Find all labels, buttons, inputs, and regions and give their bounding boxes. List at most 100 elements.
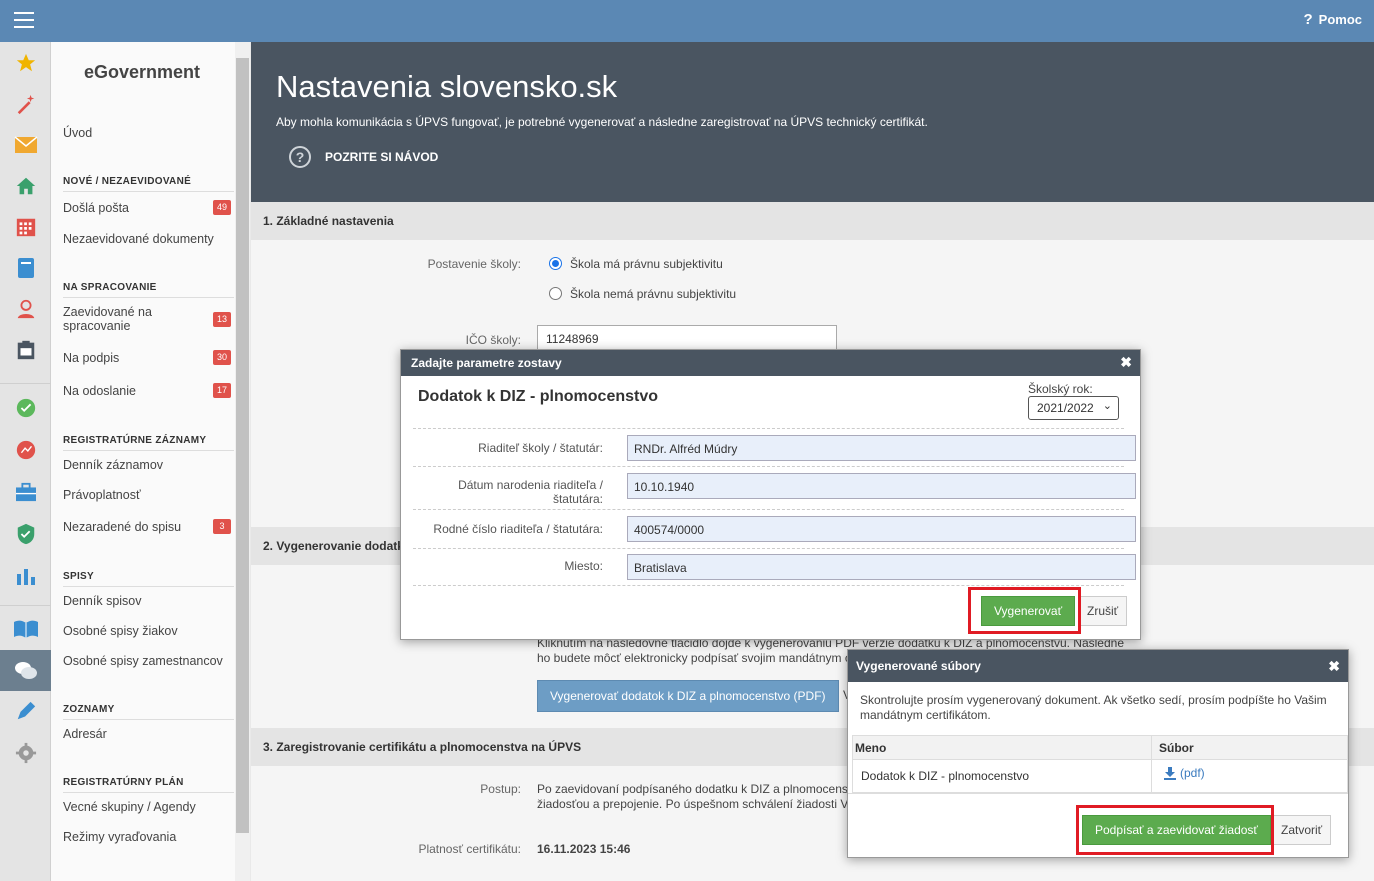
check-circle-icon[interactable] (0, 387, 51, 428)
radio2-label: Škola nemá právnu subjektivitu (570, 287, 737, 301)
cancel-button[interactable]: Zrušiť (1078, 596, 1128, 626)
menu-to-send[interactable]: Na odoslanie (63, 384, 136, 398)
menu-validity[interactable]: Právoplatnosť (63, 488, 141, 502)
cert-validity-value: 16.11.2023 15:46 (537, 842, 631, 856)
briefcase-icon[interactable] (0, 471, 51, 512)
help-link[interactable]: ? Pomoc (1303, 11, 1362, 28)
menu-disposal[interactable]: Režimy vyraďovania (63, 830, 176, 844)
home-icon[interactable] (0, 165, 51, 206)
menu-unfiled[interactable]: Nezaradené do spisu (63, 520, 181, 534)
badge-to-send: 17 (213, 383, 231, 398)
pen-icon[interactable] (0, 690, 51, 731)
dialog2-header: Vygenerované súbory ✖ (848, 650, 1348, 682)
field-row-id: Rodné číslo riaditeľa / štatutára: 40057… (413, 509, 1136, 549)
dob-label: Dátum narodenia riaditeľa / štatutára: (413, 478, 603, 506)
hamburger-icon[interactable] (14, 12, 34, 28)
menu-groups[interactable]: Vecné skupiny / Agendy (63, 800, 196, 814)
place-label: Miesto: (564, 559, 603, 573)
dob-label-line1: Dátum narodenia riaditeľa / (458, 478, 603, 492)
field-row-director: Riaditeľ školy / štatutár: RNDr. Alfréd … (413, 428, 1136, 468)
star-icon[interactable] (0, 42, 51, 83)
col-name: Meno (855, 741, 887, 755)
pdf-download-link[interactable]: (pdf) (1163, 766, 1205, 780)
menu-student-files[interactable]: Osobné spisy žiakov (63, 624, 178, 638)
question-circle-icon: ? (289, 146, 311, 168)
close-icon[interactable]: ✖ (1120, 354, 1132, 371)
guide-link[interactable]: ? POZRITE SI NÁVOD (289, 146, 438, 168)
status-label: Postavenie školy: (427, 257, 521, 271)
generated-files-dialog: Vygenerované súbory ✖ Skontrolujte prosím… (847, 649, 1349, 858)
highlight-box (968, 587, 1081, 634)
bar-chart-icon[interactable] (0, 555, 51, 596)
menu-home[interactable]: Úvod (63, 126, 92, 140)
dialog1-header: Zadajte parametre zostavy ✖ (401, 350, 1140, 376)
chat-icon[interactable] (0, 650, 51, 691)
section-new: NOVÉ / NEZAEVIDOVANÉ (63, 176, 234, 192)
dialog2-message: Skontrolujte prosím vygenerovaný dokumen… (860, 693, 1340, 723)
icon-sidebar (0, 42, 51, 881)
menu-address-book[interactable]: Adresár (63, 727, 107, 741)
dob-input[interactable]: 10.10.1940 (627, 473, 1136, 499)
page-header: Nastavenia slovensko.sk Aby mohla komuni… (251, 42, 1374, 202)
book-icon[interactable] (0, 247, 51, 288)
director-label: Riaditeľ školy / štatutár: (478, 441, 603, 455)
scrollbar-thumb[interactable] (236, 58, 249, 833)
badge-to-sign: 30 (213, 350, 231, 365)
close-icon[interactable]: ✖ (1328, 658, 1340, 675)
chevron-down-icon: ⌄ (1102, 400, 1112, 412)
clipboard-icon[interactable] (0, 329, 51, 370)
page-title: Nastavenia slovensko.sk (276, 69, 618, 104)
menu-unregistered[interactable]: Nezaevidované dokumenty (63, 232, 214, 246)
dialog1-heading: Dodatok k DIZ - plnomocenstvo (418, 388, 659, 405)
id-input[interactable]: 400574/0000 (627, 516, 1136, 542)
highlight-box (1076, 805, 1274, 855)
page-subtitle: Aby mohla komunikácia s ÚPVS fungovať, j… (276, 115, 928, 129)
section-lists: ZOZNAMY (63, 704, 234, 720)
main-menu: eGovernment Úvod NOVÉ / NEZAEVIDOVANÉ Do… (51, 42, 250, 881)
section1-header: 1. Základné nastavenia (251, 202, 1374, 240)
wand-icon[interactable] (0, 83, 51, 124)
badge-registered: 13 (213, 312, 231, 327)
year-select[interactable]: 2021/2022 ⌄ (1028, 396, 1119, 420)
procedure-label: Postup: (480, 782, 521, 796)
dialog2-message-line2: mandátnym certifikátom. (860, 708, 991, 722)
chart-circle-icon[interactable] (0, 429, 51, 470)
files-table: Meno Súbor Dodatok k DIZ - plnomocenstvo… (852, 735, 1348, 793)
radio-has-subjectivity[interactable] (549, 257, 562, 270)
open-book-icon[interactable] (0, 608, 51, 649)
divider (848, 793, 1348, 794)
field-row-place: Miesto: Bratislava (413, 548, 1136, 586)
calendar-grid-icon[interactable] (0, 206, 51, 247)
gear-icon[interactable] (0, 732, 51, 773)
table-header (853, 736, 1347, 760)
ico-label: IČO školy: (465, 333, 521, 347)
place-input[interactable]: Bratislava (627, 554, 1136, 580)
col-file: Súbor (1159, 741, 1194, 755)
section2-text-line2: ho budete môcť elektronicky podpísať svo… (537, 651, 851, 665)
report-params-dialog: Zadajte parametre zostavy ✖ Dodatok k DIZ… (400, 349, 1141, 640)
mail-icon[interactable] (0, 124, 51, 165)
menu-staff-files[interactable]: Osobné spisy zamestnancov (63, 654, 223, 668)
menu-scrollbar[interactable] (235, 42, 250, 881)
person-icon[interactable] (0, 288, 51, 329)
procedure-text-line1: Po zaevidovaní podpísaného dodatku k DIZ… (537, 782, 848, 796)
top-bar: ? Pomoc (0, 0, 1374, 42)
shield-icon[interactable] (0, 513, 51, 554)
menu-journal[interactable]: Denník záznamov (63, 458, 163, 472)
dob-label-line2: štatutára: (552, 492, 603, 506)
help-label: Pomoc (1318, 12, 1362, 27)
radio1-label: Škola má právnu subjektivitu (570, 257, 723, 271)
menu-files-journal[interactable]: Denník spisov (63, 594, 142, 608)
menu-incoming[interactable]: Došlá pošta (63, 201, 129, 215)
director-input[interactable]: RNDr. Alfréd Múdry (627, 435, 1136, 461)
download-icon (1164, 767, 1176, 780)
menu-to-sign[interactable]: Na podpis (63, 351, 119, 365)
row-file: (pdf) (1180, 766, 1205, 780)
radio-no-subjectivity[interactable] (549, 287, 562, 300)
generate-pdf-button[interactable]: Vygenerovať dodatok k DIZ a plnomocenstv… (537, 680, 839, 712)
close-button[interactable]: Zatvoriť (1272, 815, 1332, 845)
menu-registered[interactable]: Zaevidované na spracovanie (63, 305, 152, 333)
menu-registered-line2: spracovanie (63, 319, 131, 333)
guide-label: POZRITE SI NÁVOD (325, 150, 439, 164)
ico-input[interactable]: 11248969 (537, 325, 837, 351)
